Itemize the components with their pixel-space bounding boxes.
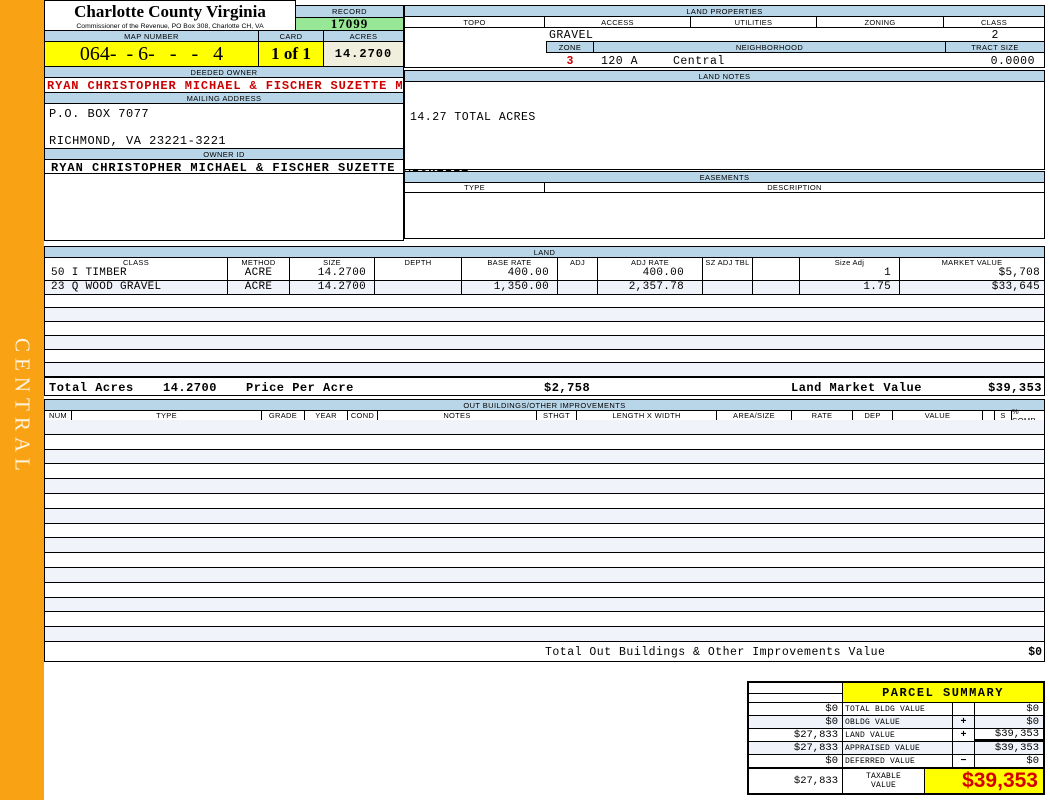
out-buildings-total-label: Total Out Buildings & Other Improvements…	[545, 646, 886, 659]
table-row-empty	[45, 308, 1044, 322]
mailing-address-box: P.O. BOX 7077 RICHMOND, VA 23221-3221	[44, 103, 404, 149]
total-acres-label: Total Acres	[49, 381, 134, 395]
land-table-title: LAND	[533, 247, 556, 257]
land-market-value-label: Land Market Value	[791, 381, 922, 395]
county-title: Charlotte County Virginia	[74, 2, 266, 21]
ps-row: $27,833 APPRAISED VALUE $39,353	[749, 742, 1043, 755]
taxable-label: TAXABLE VALUE	[843, 769, 925, 793]
deeded-owner-box: RYAN CHRISTOPHER MICHAEL & FISCHER SUZET…	[44, 77, 461, 93]
card-label: CARD	[279, 31, 303, 41]
tract-size-label: TRACT SIZE	[971, 42, 1019, 52]
total-acres-value: 14.2700	[163, 381, 217, 395]
land-notes-box: 14.27 TOTAL ACRES	[404, 81, 1045, 170]
ps-header-spacer	[749, 683, 843, 702]
land-notes-title: LAND NOTES	[698, 71, 751, 81]
tract-size-value: 0.0000	[990, 55, 1035, 68]
out-buildings-title: OUT BUILDINGS/OTHER IMPROVEMENTS	[463, 400, 626, 410]
record-value-box: 17099	[295, 16, 404, 31]
table-row-empty	[45, 523, 1044, 539]
left-empty-box	[44, 173, 404, 241]
out-buildings-total-value: $0	[1028, 646, 1042, 659]
table-row-empty	[45, 294, 1044, 309]
card-value: 1 of 1	[271, 44, 311, 63]
acres-label: ACRES	[349, 31, 378, 41]
land-table-rows: 50 I TIMBER ACRE 14.2700 400.00 400.00 1…	[44, 267, 1045, 377]
table-row: 23 Q WOOD GRAVEL ACRE 14.2700 1,350.00 2…	[45, 280, 1044, 295]
zone-label-bar: ZONE	[546, 41, 594, 53]
land-totals-row: Total Acres 14.2700 Price Per Acre $2,75…	[44, 377, 1045, 396]
deeded-owner-label: DEEDED OWNER	[190, 67, 258, 77]
address-line-2: RICHMOND, VA 23221-3221	[49, 134, 227, 148]
table-row-empty	[45, 553, 1044, 568]
map-number-value-box: 064- - 6- - - 4	[44, 41, 259, 67]
easements-empty-box	[404, 192, 1045, 239]
record-label: RECORD	[332, 7, 367, 16]
price-per-acre-value: $2,758	[544, 381, 591, 395]
out-buildings-rows	[44, 420, 1045, 642]
parcel-summary-table: PARCEL SUMMARY $0 TOTAL BLDG VALUE $0 $0…	[747, 681, 1045, 795]
parcel-summary-title: PARCEL SUMMARY	[843, 683, 1043, 702]
ps-row: $27,833 LAND VALUE + $39,353	[749, 729, 1043, 742]
land-market-value: $39,353	[988, 381, 1042, 395]
ps-row: $0 OBLDG VALUE + $0	[749, 716, 1043, 729]
deeded-owner-name: RYAN CHRISTOPHER MICHAEL & FISCHER SUZET…	[47, 79, 461, 93]
property-record-card: CENTRAL Charlotte County Virginia Commis…	[0, 0, 1050, 800]
table-row-empty	[45, 538, 1044, 554]
table-row-empty	[45, 363, 1044, 377]
price-per-acre-label: Price Per Acre	[246, 381, 354, 395]
table-row-empty	[45, 582, 1044, 598]
table-row: 50 I TIMBER ACRE 14.2700 400.00 400.00 1…	[45, 267, 1044, 281]
land-properties-title: LAND PROPERTIES	[686, 6, 763, 16]
owner-id-box: RYAN CHRISTOPHER MICHAEL & FISCHER SUZET…	[44, 159, 468, 175]
neighborhood-name: Central	[673, 55, 725, 68]
out-buildings-total-row: Total Out Buildings & Other Improvements…	[44, 641, 1045, 662]
table-row-empty	[45, 335, 1044, 350]
owner-id-label: OWNER ID	[203, 149, 245, 159]
ps-row: $0 TOTAL BLDG VALUE $0	[749, 703, 1043, 716]
acres-value-box: 14.2700	[323, 41, 404, 67]
table-row-empty	[45, 349, 1044, 364]
land-properties-body: GRAVEL 2 ZONE NEIGHBORHOOD TRACT SIZE 3 …	[404, 27, 1045, 68]
district-vertical-label: CENTRAL	[10, 338, 35, 477]
table-row-empty	[45, 508, 1044, 524]
taxable-value: $39,353	[925, 769, 1043, 793]
ps-taxable-row: $27,833 TAXABLE VALUE $39,353	[749, 768, 1043, 793]
land-note-text: 14.27 TOTAL ACRES	[410, 111, 536, 124]
table-row-empty	[45, 434, 1044, 450]
table-row-empty	[45, 464, 1044, 480]
ps-row: $0 DEFERRED VALUE − $0	[749, 755, 1043, 768]
table-row-empty	[45, 322, 1044, 336]
parcel-summary-header: PARCEL SUMMARY	[749, 683, 1043, 703]
county-subtitle: Commissioner of the Revenue, PO Box 308,…	[76, 23, 264, 30]
map-number-value: 064- - 6- - - 4	[79, 42, 224, 65]
tract-size-label-bar: TRACT SIZE	[945, 41, 1045, 53]
mailing-address-label: MAILING ADDRESS	[186, 93, 262, 103]
table-row-empty	[45, 627, 1044, 642]
address-line-1: P.O. BOX 7077	[49, 107, 150, 121]
neighborhood-label: NEIGHBORHOOD	[735, 42, 804, 52]
county-title-box: Charlotte County Virginia Commissioner o…	[44, 0, 296, 31]
map-number-label: MAP NUMBER	[124, 31, 179, 41]
easements-title: EASEMENTS	[699, 172, 750, 182]
zone-label: ZONE	[558, 42, 582, 52]
table-row-empty	[45, 612, 1044, 628]
table-row-empty	[45, 597, 1044, 613]
acres-value: 14.2700	[334, 47, 393, 61]
table-row-empty	[45, 449, 1044, 465]
neighborhood-code: 120 A	[601, 55, 639, 68]
zone-value: 3	[566, 55, 574, 68]
table-row-empty	[45, 493, 1044, 509]
table-row-empty	[45, 479, 1044, 494]
table-row-empty	[45, 420, 1044, 435]
taxable-left-value: $27,833	[749, 769, 843, 793]
neighborhood-label-bar: NEIGHBORHOOD	[593, 41, 946, 53]
table-row-empty	[45, 567, 1044, 583]
card-value-box: 1 of 1	[258, 41, 324, 67]
